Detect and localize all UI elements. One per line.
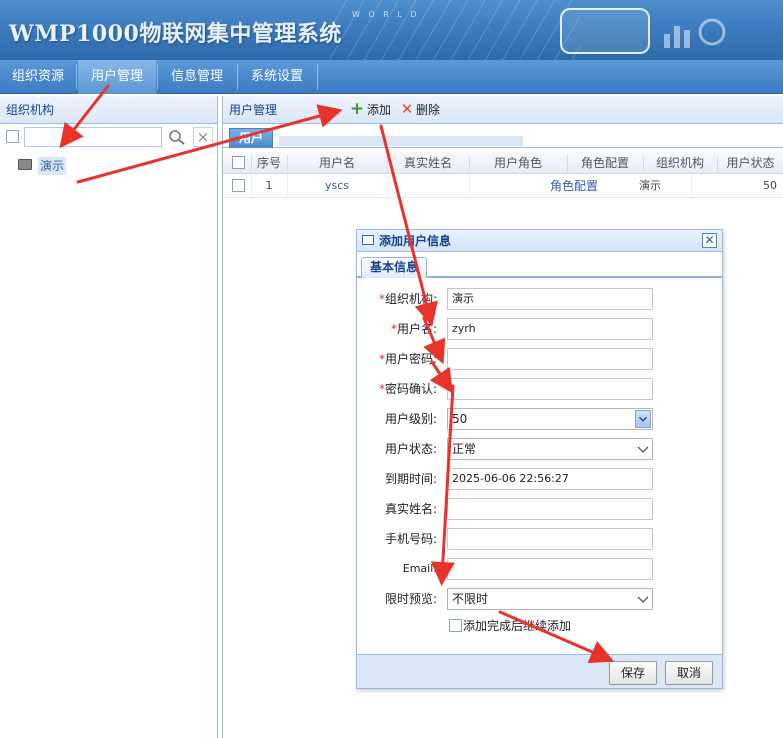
clear-icon[interactable]: × xyxy=(193,127,213,147)
cancel-button[interactable]: 取消 xyxy=(665,661,713,685)
delete-label: 删除 xyxy=(416,103,441,117)
dialog-tabbar: 基本信息 xyxy=(357,256,722,278)
cell-status: 50 xyxy=(763,179,777,192)
keep-adding-label: 添加完成后继续添加 xyxy=(463,619,572,633)
delete-icon: ✕ xyxy=(400,100,414,118)
level-select[interactable]: 50 xyxy=(447,408,653,430)
password-label-text: 用户密码: xyxy=(384,352,437,366)
nav-item-system-settings[interactable]: 系统设置 xyxy=(238,60,316,94)
expire-field-label: 到期时间: xyxy=(384,472,437,486)
org-label-text: 组织机构: xyxy=(384,292,437,306)
nav-separator xyxy=(317,64,318,90)
grid-select-all-checkbox[interactable] xyxy=(232,156,245,169)
tab-users[interactable]: 用户 xyxy=(229,128,273,148)
nav-separator xyxy=(76,64,77,90)
delete-user-button[interactable]: ✕ 删除 xyxy=(399,102,440,118)
chevron-down-icon[interactable] xyxy=(635,590,651,608)
password-confirm-field[interactable] xyxy=(447,378,653,400)
chevron-down-icon[interactable] xyxy=(635,410,651,428)
nav-item-info-management[interactable]: 信息管理 xyxy=(158,60,236,94)
level-select-value: 50 xyxy=(452,412,468,426)
keep-adding-option[interactable]: 添加完成后继续添加 xyxy=(447,618,571,634)
row-checkbox[interactable] xyxy=(232,179,245,192)
window-icon xyxy=(362,235,374,245)
column-header-role[interactable]: 用户角色 xyxy=(469,152,567,174)
username-label-text: 用户名: xyxy=(396,322,437,336)
cell-separator xyxy=(691,174,692,198)
user-panel-title: 用户管理 xyxy=(229,103,278,117)
add-user-dialog: 添加用户信息 ✕ 基本信息 *组织机构: 演示 *用户名: zyrh *用户密码… xyxy=(356,229,723,689)
close-icon[interactable]: ✕ xyxy=(702,233,717,248)
nav-item-org-resources[interactable]: 组织资源 xyxy=(0,60,76,94)
password-confirm-label-text: 密码确认: xyxy=(384,382,437,396)
cell-username: yscs xyxy=(324,179,350,192)
email-field[interactable] xyxy=(447,558,653,580)
username-field-label: *用户名: xyxy=(357,318,437,340)
preview-limit-select-value: 不限时 xyxy=(452,592,489,606)
tree-node-label[interactable]: 演示 xyxy=(38,157,67,175)
level-field-label: 用户级别: xyxy=(384,412,437,426)
cell-index: 1 xyxy=(265,179,273,192)
tab-scroll-track xyxy=(279,136,523,146)
org-field-label: *组织机构: xyxy=(357,288,437,310)
password-confirm-field-label: *密码确认: xyxy=(357,378,437,400)
touch-screen-decoration-icon xyxy=(560,8,650,54)
tab-basic-info[interactable]: 基本信息 xyxy=(361,257,427,278)
preview-limit-select[interactable]: 不限时 xyxy=(447,588,653,610)
save-button[interactable]: 保存 xyxy=(609,661,657,685)
password-field-label: *用户密码: xyxy=(357,348,437,370)
org-panel: 组织机构 × 演示 xyxy=(0,96,218,738)
email-field-label: Email: xyxy=(402,562,437,575)
password-field[interactable] xyxy=(447,348,653,370)
keep-adding-checkbox[interactable] xyxy=(449,619,462,632)
monitor-icon xyxy=(18,159,32,170)
user-panel-header: 用户管理 + 添加 ✕ 删除 xyxy=(223,96,783,124)
org-select-all-checkbox[interactable] xyxy=(6,130,19,143)
username-field[interactable]: zyrh xyxy=(447,318,653,340)
column-header-status[interactable]: 用户状态 xyxy=(717,152,783,174)
cell-org: 演示 xyxy=(639,179,661,192)
status-field-label: 用户状态: xyxy=(384,442,437,456)
search-icon[interactable] xyxy=(167,128,187,146)
dialog-title: 添加用户信息 xyxy=(379,234,452,248)
org-panel-toolbar: × xyxy=(0,126,218,148)
real-name-field[interactable] xyxy=(447,498,653,520)
column-header-role-config[interactable]: 角色配置 xyxy=(567,152,643,174)
table-row[interactable]: 1 yscs 角色配置 演示 50 xyxy=(223,174,783,198)
org-panel-title: 组织机构 xyxy=(0,96,217,124)
app-header: W O R L D WMP1000物联网集中管理系统 xyxy=(0,0,783,60)
header-decoration xyxy=(330,0,580,60)
phone-field-label: 手机号码: xyxy=(384,532,437,546)
user-tabbar: 用户 xyxy=(223,126,783,148)
column-header-username[interactable]: 用户名 xyxy=(287,152,387,174)
app-title: WMP1000物联网集中管理系统 xyxy=(9,21,342,47)
real-name-field-label: 真实姓名: xyxy=(384,502,437,516)
add-user-button[interactable]: + 添加 xyxy=(349,99,392,119)
header-decoration-text: W O R L D xyxy=(352,10,420,19)
dialog-footer: 保存 取消 xyxy=(357,654,722,688)
expire-time-field[interactable]: 2025-06-06 22:56:27 xyxy=(447,468,653,490)
main-nav: 组织资源 用户管理 信息管理 系统设置 xyxy=(0,60,783,94)
column-header-org[interactable]: 组织机构 xyxy=(643,152,717,174)
add-label: 添加 xyxy=(367,103,392,117)
user-grid-header: 序号 用户名 真实姓名 用户角色 角色配置 组织机构 用户状态 xyxy=(223,152,783,174)
plus-icon: + xyxy=(349,99,365,119)
status-select-value: 正常 xyxy=(452,442,477,456)
status-select[interactable]: 正常 xyxy=(447,438,653,460)
nav-item-user-management[interactable]: 用户管理 xyxy=(78,60,156,94)
dialog-titlebar[interactable]: 添加用户信息 ✕ xyxy=(357,230,722,252)
org-search-input[interactable] xyxy=(24,127,162,147)
role-config-link[interactable]: 角色配置 xyxy=(541,174,607,198)
chevron-down-icon[interactable] xyxy=(635,440,651,458)
preview-limit-field-label: 限时预览: xyxy=(384,592,437,606)
chart-decoration-icon xyxy=(664,18,726,48)
phone-field[interactable] xyxy=(447,528,653,550)
cell-real-name xyxy=(387,174,469,198)
column-header-index[interactable]: 序号 xyxy=(251,152,287,174)
org-field[interactable]: 演示 xyxy=(447,288,653,310)
column-header-real-name[interactable]: 真实姓名 xyxy=(387,152,469,174)
